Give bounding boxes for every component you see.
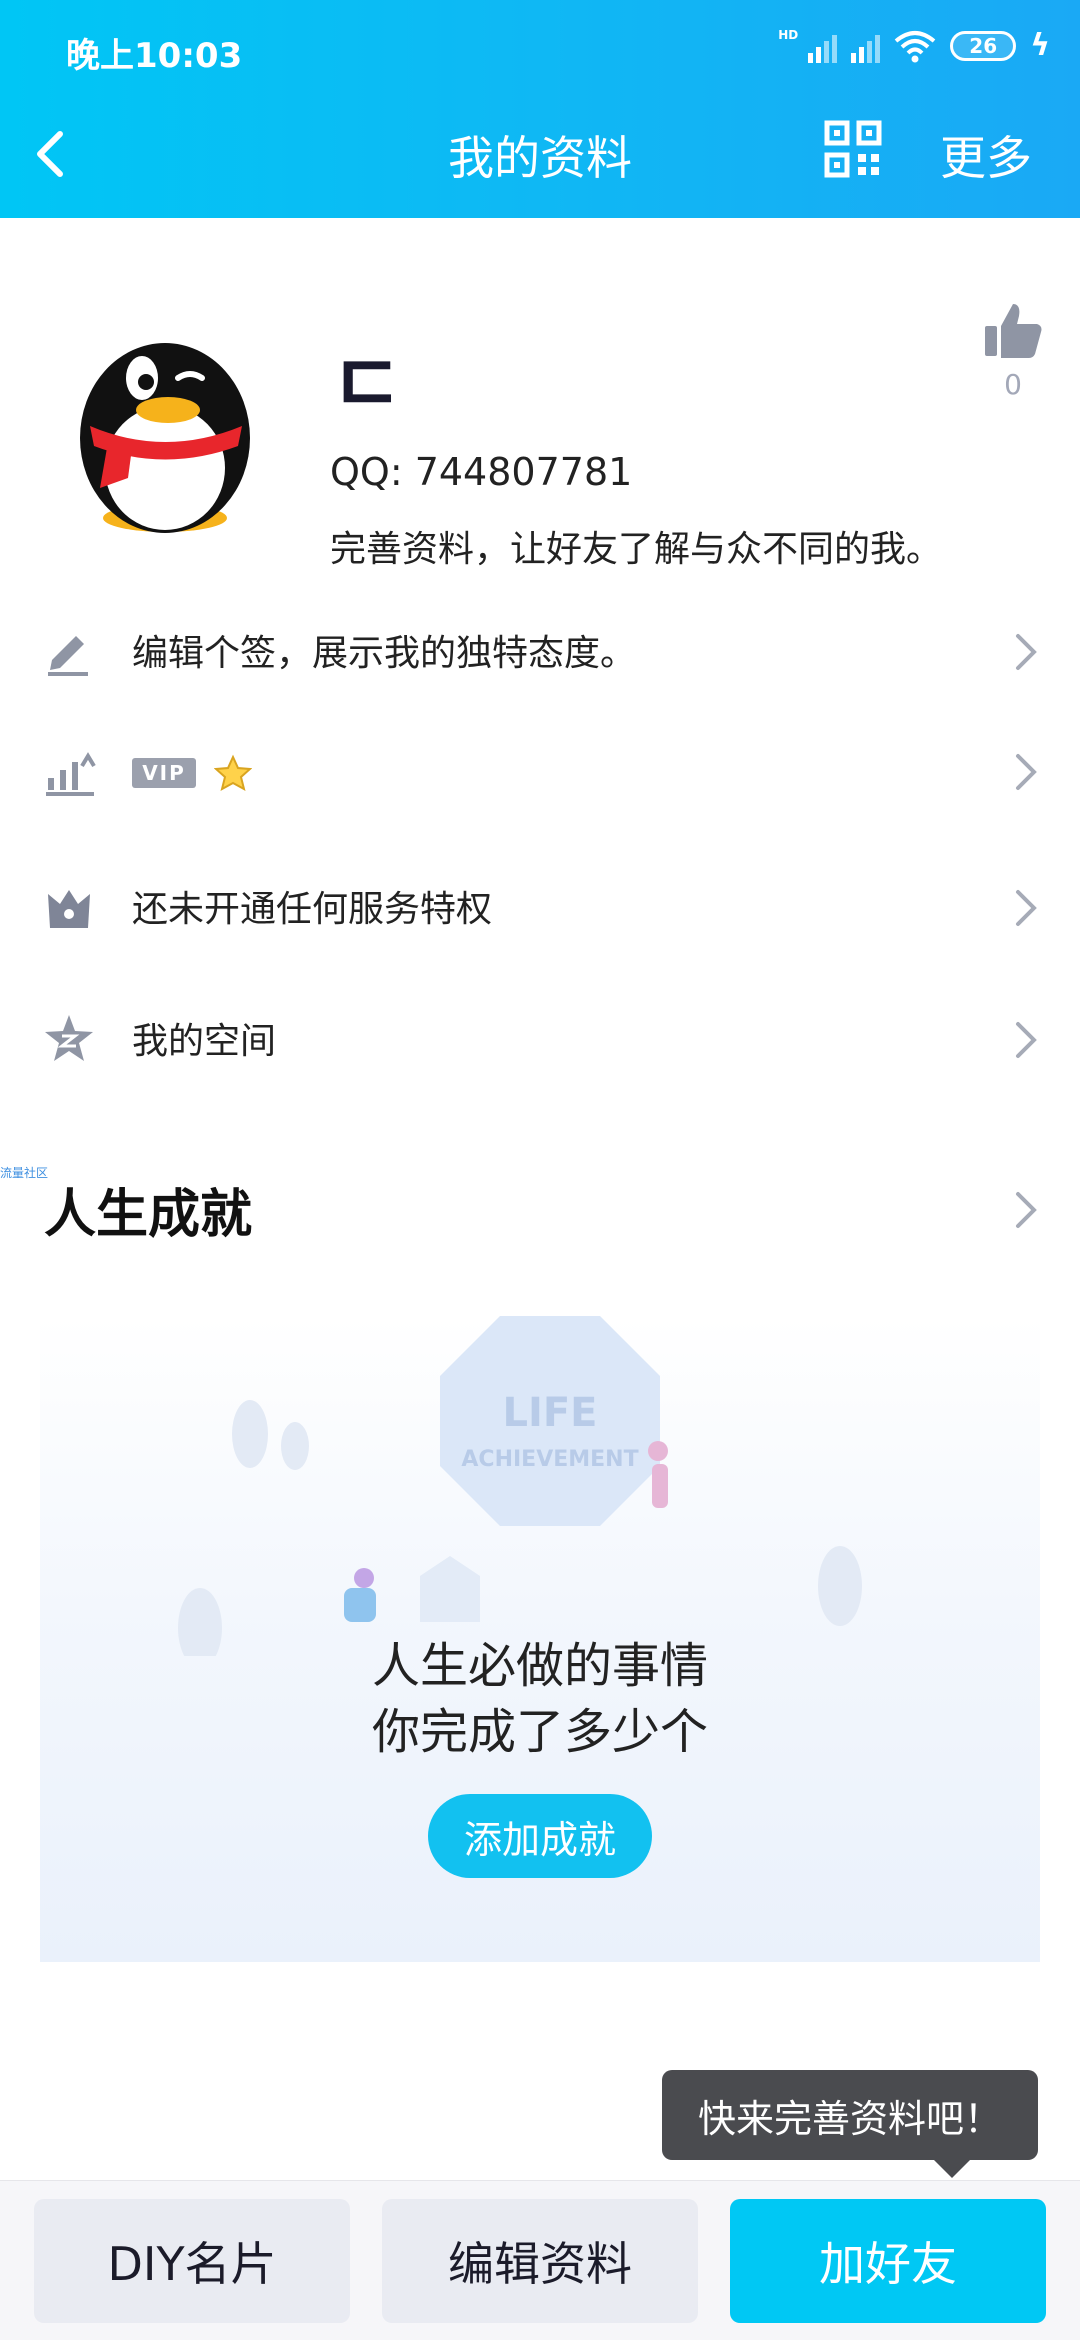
- vip-badge: VIP: [132, 758, 196, 788]
- page-title: 我的资料: [448, 131, 632, 185]
- signature-label: 编辑个签，展示我的独特态度。: [132, 633, 637, 674]
- qzone-star-icon: [45, 1015, 93, 1061]
- chevron-right-icon[interactable]: [1014, 1190, 1038, 1230]
- chevron-right-icon: [1016, 634, 1037, 670]
- qr-code-icon[interactable]: [824, 120, 882, 178]
- like-button[interactable]: 0: [980, 300, 1046, 401]
- star-icon: [214, 754, 252, 791]
- add-friend-button[interactable]: 加好友: [730, 2199, 1046, 2323]
- nav-bar: 我的资料 更多: [0, 108, 1080, 198]
- achievements-line1: 人生必做的事情: [371, 1638, 708, 1694]
- complete-profile-tooltip: 快来完善资料吧！: [662, 2070, 1038, 2178]
- bottom-bar: DIY名片 编辑资料 加好友: [0, 2180, 1080, 2340]
- like-count: 0: [1004, 368, 1022, 401]
- chevron-right-icon: [1016, 1022, 1037, 1058]
- chevron-right-icon: [1016, 890, 1037, 926]
- achievement-illustration: LIFE ACHIEVEMENT: [178, 1316, 862, 1656]
- art-text-achievement: ACHIEVEMENT: [461, 1447, 638, 1472]
- edit-profile-button[interactable]: 编辑资料: [382, 2199, 698, 2323]
- wifi-icon: [894, 30, 936, 62]
- crown-bag-icon: [48, 890, 90, 928]
- signal-2-icon: [851, 29, 881, 63]
- more-button[interactable]: 更多: [940, 122, 1032, 188]
- hd-label: HD: [778, 28, 799, 42]
- row-vip[interactable]: VIP: [0, 716, 1080, 826]
- charging-icon: ϟ: [1030, 28, 1050, 63]
- achievements-title[interactable]: 人生成就: [44, 1172, 252, 1247]
- status-time: 晚上10:03: [66, 36, 243, 76]
- thumbs-up-icon: [985, 304, 1042, 358]
- achievements-line2: 你完成了多少个: [371, 1704, 708, 1760]
- row-signature[interactable]: 编辑个签，展示我的独特态度。: [0, 596, 1080, 706]
- diy-card-button[interactable]: DIY名片: [34, 2199, 350, 2323]
- privileges-label: 还未开通任何服务特权: [132, 889, 493, 930]
- add-achievement-button[interactable]: 添加成就: [428, 1794, 652, 1878]
- achievements-card: LIFE ACHIEVEMENT 人生必做的事情 你完成了多少个 添加成就: [40, 1316, 1040, 1962]
- qq-number: QQ: 744807781: [330, 450, 633, 494]
- row-privileges[interactable]: 还未开通任何服务特权: [0, 852, 1080, 962]
- status-icons: HD 26 ϟ: [778, 28, 1050, 63]
- qzone-label: 我的空间: [132, 1021, 277, 1062]
- art-text-life: LIFE: [502, 1390, 597, 1436]
- pencil-icon: [48, 636, 88, 676]
- battery-icon: 26: [950, 30, 1017, 61]
- profile-intro: 完善资料，让好友了解与众不同的我。: [330, 529, 943, 570]
- chevron-right-icon: [1016, 754, 1037, 790]
- avatar[interactable]: [70, 318, 260, 538]
- nickname: ㄷ: [330, 338, 404, 431]
- community-watermark: 流量社区: [0, 1166, 49, 1180]
- status-bar: 晚上10:03 HD 26 ϟ: [0, 0, 1080, 100]
- level-up-icon: [46, 752, 96, 796]
- header-bar: 晚上10:03 HD 26 ϟ 我的资料 更多: [0, 0, 1080, 218]
- signal-1-icon: [808, 29, 838, 63]
- row-qzone[interactable]: 我的空间: [0, 984, 1080, 1094]
